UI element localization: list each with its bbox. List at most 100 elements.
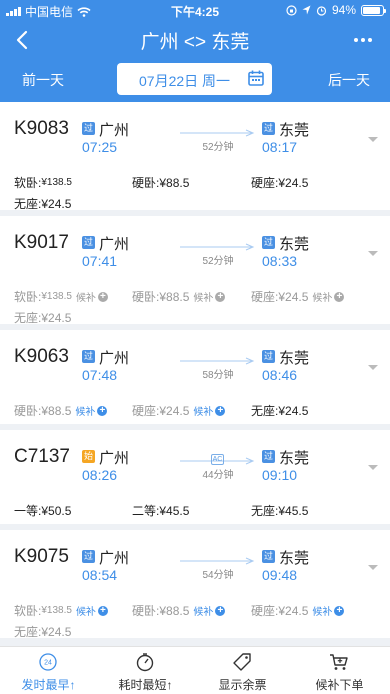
more-button[interactable] <box>350 29 376 51</box>
card-divider <box>0 638 390 644</box>
seat-class-label: 硬卧: <box>132 176 160 190</box>
waitlist-button[interactable]: 候补 + <box>75 403 108 418</box>
station-name: 广州 <box>99 350 130 367</box>
departure-time: 08:54 <box>82 567 118 583</box>
departure-time: 07:48 <box>82 367 118 383</box>
seat-price[interactable]: 无座: ¥24.5 <box>251 402 308 419</box>
seat-price[interactable]: 软卧: ¥138.5 候补 + <box>14 602 108 619</box>
waitlist-label: 候补 <box>193 607 214 618</box>
date-bar: 前一天 07月22日 周一 后一天 <box>0 62 390 96</box>
travel-duration: 58分钟 <box>202 370 234 381</box>
train-card[interactable]: K9075 过广州 08:54 54分钟过东莞 09:48 软卧: ¥138.5 候补 + 硬卧… <box>0 530 390 644</box>
expand-chevron-icon[interactable] <box>368 137 378 142</box>
next-day-button[interactable]: 后一天 <box>328 70 370 90</box>
train-card[interactable]: K9063 过广州 07:48 58分钟过东莞 08:46 硬卧: ¥88.5 候补 + 硬座:… <box>0 330 390 430</box>
plus-icon: + <box>97 405 108 416</box>
arrival-time: 09:10 <box>262 467 298 483</box>
clock-24-icon: 24 <box>39 653 57 671</box>
seat-price-value: ¥50.5 <box>41 503 72 518</box>
seat-price[interactable]: 一等: ¥50.5 <box>14 502 71 519</box>
waitlist-button[interactable]: 候补 + <box>312 289 345 304</box>
station-type-badge: 始 <box>82 450 95 463</box>
tab-label: 显示余票 <box>218 678 267 692</box>
expand-chevron-icon[interactable] <box>368 465 378 470</box>
seat-price-value: ¥45.5 <box>278 503 309 518</box>
seat-class-label: 硬卧: <box>14 404 42 418</box>
waitlist-button[interactable]: 候补 + <box>76 289 108 304</box>
station-type-badge: 过 <box>82 236 95 249</box>
train-card[interactable]: K9083 过广州 07:25 52分钟过东莞 08:17 软卧: ¥138.5 硬卧: ¥… <box>0 102 390 216</box>
seat-price-value: ¥88.5 <box>41 403 72 418</box>
location-icon <box>302 5 311 15</box>
cart-plus-icon <box>330 654 348 670</box>
station-type-badge: 过 <box>262 450 275 463</box>
train-card[interactable]: K9017 过广州 07:41 52分钟过东莞 08:33 软卧: ¥138.5 候补 + 硬卧… <box>0 216 390 330</box>
seat-price[interactable]: 软卧: ¥138.5 候补 + <box>14 288 108 305</box>
plus-icon: + <box>334 291 345 302</box>
seat-price-value: ¥24.5 <box>278 603 309 618</box>
status-bar: 中国电信 下午4:25 94% <box>0 0 390 20</box>
calendar-icon <box>248 70 264 86</box>
seat-class-label: 二等: <box>132 504 160 518</box>
train-number: K9083 <box>14 118 69 139</box>
tab-label: 耗时最短↑ <box>118 678 173 692</box>
train-number: C7137 <box>14 446 70 467</box>
station-type-badge: 过 <box>262 236 275 249</box>
waitlist-label: 候补 <box>312 293 333 304</box>
more-dot-icon <box>354 38 358 42</box>
seat-price[interactable]: 硬座: ¥24.5 <box>251 174 308 191</box>
seat-price[interactable]: 软卧: ¥138.5 <box>14 174 72 191</box>
seat-price[interactable]: 硬卧: ¥88.5 候补 + <box>14 402 108 419</box>
waitlist-label: 候补 <box>75 407 96 418</box>
bottom-tab-bar: 24 发时最早↑ 耗时最短↑ 显示余票 候补下单 <box>0 646 390 694</box>
seat-class-label: 软卧: <box>14 290 42 304</box>
seat-price[interactable]: 无座: ¥45.5 <box>251 502 308 519</box>
tab-waitlist-order[interactable]: 候补下单 <box>291 647 388 694</box>
station-type-badge: 过 <box>262 122 275 135</box>
seat-price-value: ¥24.5 <box>41 624 72 639</box>
selected-date: 07月22日 周一 <box>139 73 231 89</box>
seat-class-label: 硬座: <box>251 604 279 618</box>
seat-price[interactable]: 硬卧: ¥88.5 <box>132 174 189 191</box>
waitlist-button[interactable]: 候补 + <box>193 289 226 304</box>
train-number: K9017 <box>14 232 69 253</box>
waitlist-button[interactable]: 候补 + <box>193 603 226 618</box>
expand-chevron-icon[interactable] <box>368 365 378 370</box>
tab-shortest-duration[interactable]: 耗时最短↑ <box>97 647 194 694</box>
seat-price-value: ¥24.5 <box>41 310 72 325</box>
travel-duration: 52分钟 <box>202 256 234 267</box>
station-name: 东莞 <box>279 350 310 367</box>
seat-class-label: 硬卧: <box>132 604 160 618</box>
clock-24-text: 24 <box>44 660 52 667</box>
seat-price-value: ¥88.5 <box>159 175 190 190</box>
seat-class-label: 硬座: <box>251 176 279 190</box>
seat-price-value: ¥24.5 <box>278 175 309 190</box>
battery-icon <box>361 4 386 16</box>
expand-chevron-icon[interactable] <box>368 565 378 570</box>
seat-price[interactable]: 硬座: ¥24.5 候补 + <box>132 402 226 419</box>
waitlist-label: 候补 <box>75 607 96 618</box>
train-card[interactable]: C7137 始广州 08:26 AC 44分钟 过东莞 09:10 一等: ¥50.5 二等: … <box>0 430 390 530</box>
station-type-badge: 过 <box>82 550 95 563</box>
tab-show-remaining[interactable]: 显示余票 <box>194 647 291 694</box>
expand-chevron-icon[interactable] <box>368 251 378 256</box>
seat-price[interactable]: 硬卧: ¥88.5 候补 + <box>132 288 226 305</box>
seat-price-value: ¥138.5 <box>41 177 72 188</box>
seat-price-value: ¥24.5 <box>159 403 190 418</box>
seat-class-label: 一等: <box>14 504 42 518</box>
seat-price[interactable]: 硬座: ¥24.5 候补 + <box>251 602 345 619</box>
station-type-badge: 过 <box>262 350 275 363</box>
seat-price-value: ¥24.5 <box>278 289 309 304</box>
prev-day-button[interactable]: 前一天 <box>22 70 64 90</box>
tab-earliest-departure[interactable]: 24 发时最早↑ <box>0 647 97 694</box>
seat-price[interactable]: 硬卧: ¥88.5 候补 + <box>132 602 226 619</box>
station-type-badge: 过 <box>82 350 95 363</box>
waitlist-button[interactable]: 候补 + <box>193 403 226 418</box>
seat-price[interactable]: 二等: ¥45.5 <box>132 502 189 519</box>
waitlist-button[interactable]: 候补 + <box>76 603 108 618</box>
seat-price[interactable]: 硬座: ¥24.5 候补 + <box>251 288 345 305</box>
arrival-time: 09:48 <box>262 567 298 583</box>
waitlist-button[interactable]: 候补 + <box>312 603 345 618</box>
date-picker[interactable]: 07月22日 周一 <box>117 63 272 95</box>
alarm-icon <box>316 5 327 16</box>
